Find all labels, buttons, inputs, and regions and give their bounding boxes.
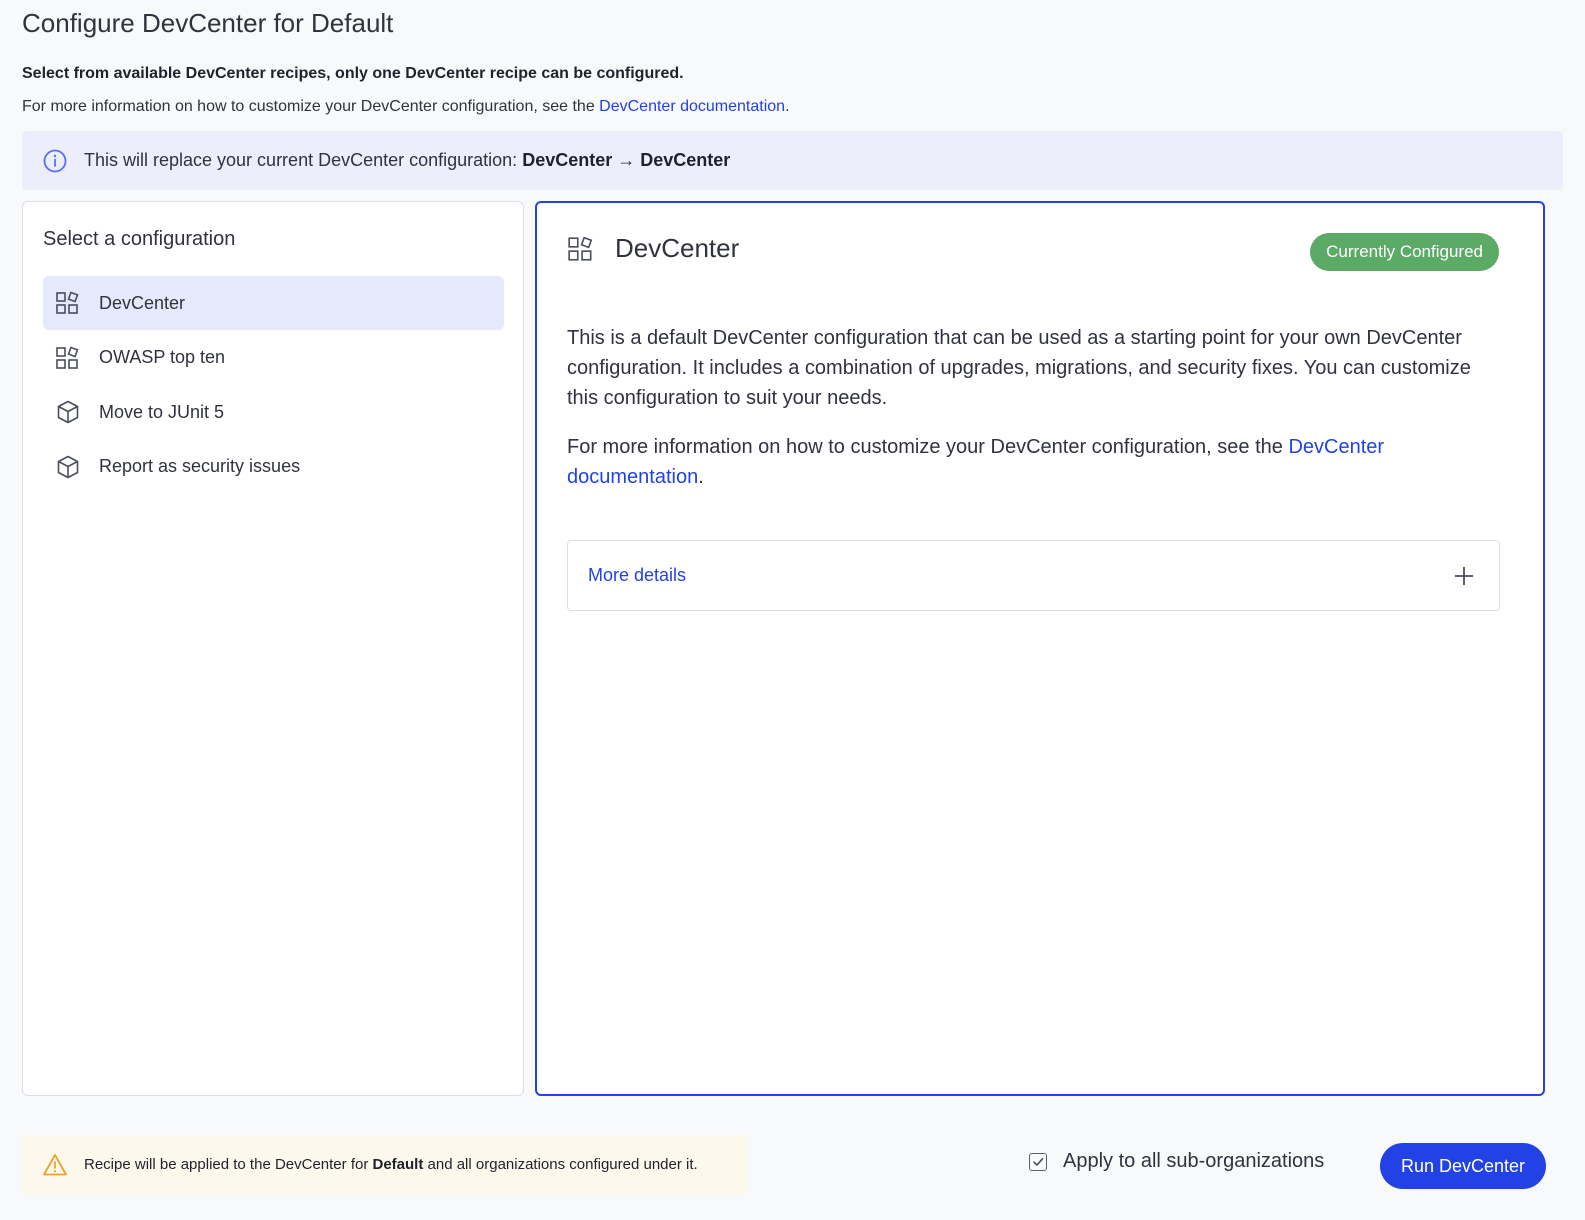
- banner-text: This will replace your current DevCenter…: [84, 150, 518, 170]
- grid-shapes-icon: [55, 290, 81, 316]
- docs-suffix: .: [698, 466, 704, 488]
- detail-title: DevCenter: [615, 233, 740, 263]
- configuration-detail: DevCenter Currently Configured This is a…: [535, 201, 1545, 1096]
- warning-org: Default: [372, 1156, 424, 1173]
- status-badge: Currently Configured: [1310, 233, 1499, 271]
- detail-header: DevCenter: [567, 233, 739, 264]
- config-item-devcenter[interactable]: DevCenter: [43, 276, 504, 330]
- info-banner: This will replace your current DevCenter…: [22, 131, 1563, 190]
- config-item-report-as-security-issues[interactable]: Report as security issues: [43, 440, 504, 494]
- apply-sub-orgs-toggle[interactable]: Apply to all sub-organizations: [1029, 1150, 1324, 1173]
- grid-shapes-icon: [55, 345, 81, 371]
- apply-sub-orgs-label: Apply to all sub-organizations: [1063, 1150, 1325, 1172]
- devcenter-documentation-link[interactable]: DevCenter documentation: [599, 98, 785, 115]
- apply-sub-orgs-checkbox[interactable]: [1029, 1152, 1047, 1171]
- warning-banner: Recipe will be applied to the DevCenter …: [22, 1135, 748, 1194]
- cube-icon: [55, 399, 81, 425]
- description-paragraph: This is a default DevCenter configuratio…: [567, 327, 1471, 409]
- config-item-label: DevCenter: [99, 292, 186, 313]
- intro-heading: Select from available DevCenter recipes,…: [22, 65, 684, 82]
- grid-shapes-icon: [567, 235, 595, 263]
- intro-suffix: .: [785, 98, 790, 115]
- description-paragraph-docs: For more information on how to customize…: [567, 432, 1507, 492]
- intro-prefix: For more information on how to customize…: [22, 98, 600, 115]
- config-item-owasp-top-ten[interactable]: OWASP top ten: [43, 331, 504, 385]
- warning-prefix: Recipe will be applied to the DevCenter …: [84, 1156, 369, 1173]
- warning-suffix: and all organizations configured under i…: [427, 1156, 698, 1173]
- more-details-accordion[interactable]: More details: [567, 540, 1500, 611]
- docs-prefix: For more information on how to customize…: [567, 436, 1289, 458]
- info-icon: [42, 148, 68, 174]
- intro-text: For more information on how to customize…: [22, 98, 790, 116]
- banner-transition: DevCenter → DevCenter: [522, 150, 731, 170]
- config-item-label: Move to JUnit 5: [99, 401, 225, 422]
- cube-icon: [55, 454, 81, 480]
- more-details-label: More details: [588, 565, 687, 585]
- config-item-move-to-junit-5[interactable]: Move to JUnit 5: [43, 385, 504, 439]
- config-item-label: Report as security issues: [99, 456, 301, 476]
- plus-icon[interactable]: [1453, 565, 1475, 587]
- configuration-list: DevCenter OWASP top ten Move to JUnit 5 …: [43, 276, 504, 494]
- selector-heading: Select a configuration: [43, 228, 236, 250]
- configuration-selector: Select a configuration DevCenter OWASP t…: [22, 201, 524, 1096]
- detail-description: This is a default DevCenter configuratio…: [567, 323, 1507, 492]
- warning-icon: [42, 1152, 68, 1178]
- run-devcenter-button[interactable]: Run DevCenter: [1380, 1143, 1546, 1189]
- config-item-label: OWASP top ten: [99, 347, 226, 367]
- page-title: Configure DevCenter for Default: [22, 8, 394, 38]
